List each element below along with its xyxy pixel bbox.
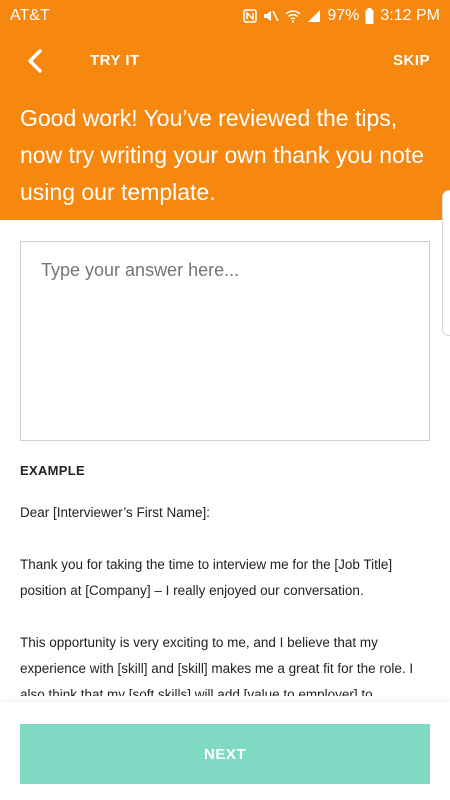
clock: 3:12 PM bbox=[380, 7, 440, 24]
nav-bar: TRY IT SKIP bbox=[0, 32, 450, 90]
example-heading: EXAMPLE bbox=[20, 463, 85, 478]
mute-icon bbox=[263, 9, 280, 23]
battery-percent: 97% bbox=[327, 7, 360, 24]
page-title: TRY IT bbox=[90, 52, 140, 69]
footer: NEXT bbox=[0, 702, 450, 800]
example-greeting: Dear [Interviewer’s First Name]: bbox=[20, 505, 211, 520]
side-panel-handle[interactable] bbox=[442, 190, 450, 336]
signal-icon bbox=[307, 9, 321, 23]
next-button[interactable]: NEXT bbox=[20, 724, 430, 784]
carrier-label: AT&T bbox=[10, 7, 50, 24]
example-letter: Dear [Interviewer’s First Name]: Thank y… bbox=[20, 500, 435, 696]
answer-input[interactable] bbox=[20, 241, 430, 441]
skip-button[interactable]: SKIP bbox=[393, 52, 430, 69]
header: TRY IT SKIP Good work! You’ve reviewed t… bbox=[0, 32, 450, 220]
back-button[interactable] bbox=[22, 48, 48, 74]
example-paragraph: Thank you for taking the time to intervi… bbox=[20, 557, 393, 598]
intro-text: Good work! You’ve reviewed the tips, now… bbox=[20, 105, 424, 205]
example-paragraph: This opportunity is very exciting to me,… bbox=[20, 635, 414, 696]
battery-icon bbox=[365, 8, 374, 24]
chevron-left-icon bbox=[28, 49, 42, 73]
nfc-icon bbox=[243, 9, 258, 23]
wifi-icon bbox=[285, 9, 301, 23]
status-bar: AT&T 97% 3:12 PM bbox=[0, 0, 450, 32]
status-icons: 97% 3:12 PM bbox=[243, 7, 440, 25]
